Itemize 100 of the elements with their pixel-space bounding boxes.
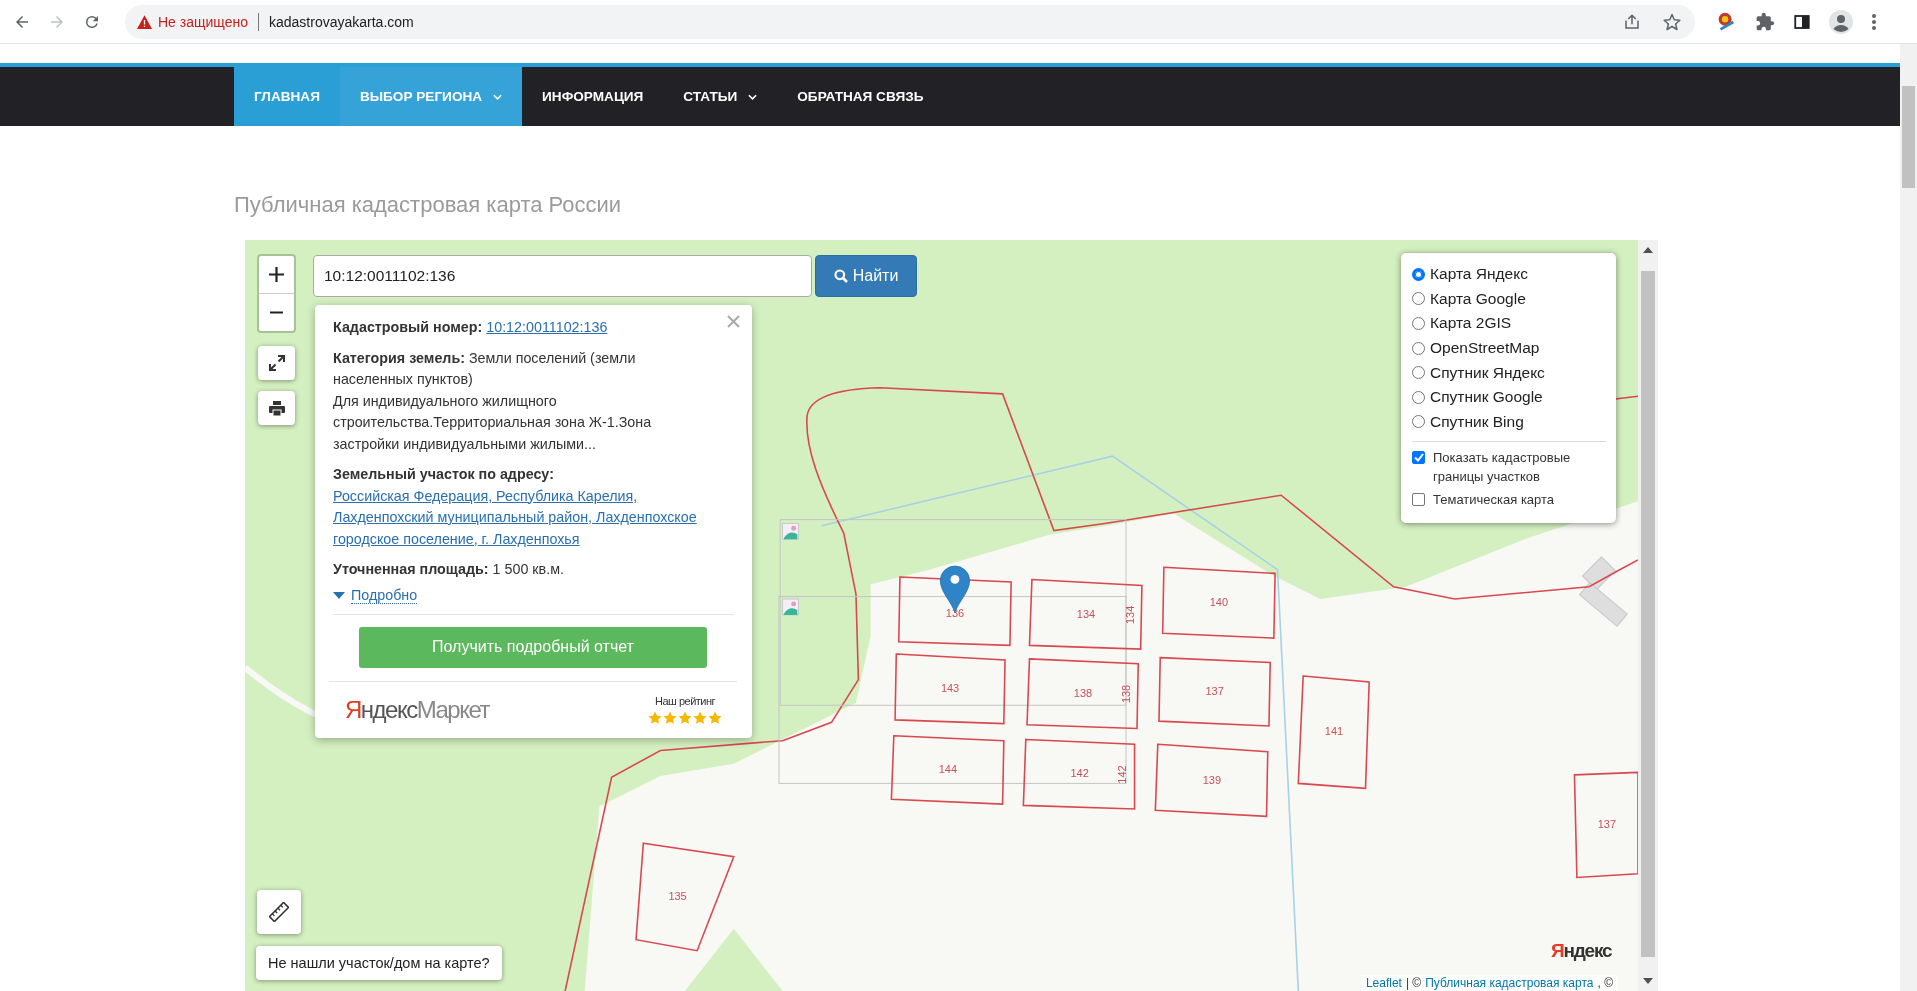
printer-icon xyxy=(268,400,285,416)
parcel-number: 141 xyxy=(1324,725,1344,738)
search-field[interactable]: 10:12:0011102:136 xyxy=(313,255,812,297)
parcel-number: 136 xyxy=(945,606,965,619)
field-label: Земельный участок по адресу: xyxy=(333,466,554,482)
map-layer-option[interactable]: OpenStreetMap xyxy=(1412,335,1606,361)
checkbox-label: Показать кадастровые границы участков xyxy=(1433,449,1572,487)
profile-icon[interactable] xyxy=(1829,9,1853,34)
parcel-number: 140 xyxy=(1209,595,1229,608)
ruler-button[interactable] xyxy=(257,890,301,934)
layer-label: Спутник Яндекс xyxy=(1430,363,1545,382)
land-parcel[interactable]: 141 xyxy=(1297,675,1370,790)
land-parcel[interactable]: 143 xyxy=(894,653,1006,725)
map-view[interactable] xyxy=(245,240,1638,991)
scroll-down-icon[interactable] xyxy=(1643,978,1653,984)
warning-icon xyxy=(137,14,152,29)
plus-icon xyxy=(269,267,284,282)
share-icon[interactable] xyxy=(1623,12,1641,31)
sidebar-icon[interactable] xyxy=(1793,12,1811,31)
field-note: Для индивидуального жилищного строительства.Территориальная зона Ж-1.Зона застройки индивидуальными жилыми... xyxy=(333,391,653,454)
layer-label: Карта Google xyxy=(1430,289,1526,308)
parcel-number: 139 xyxy=(1202,773,1221,786)
parcel-side-number: 138 xyxy=(1120,684,1133,704)
broken-image-icon xyxy=(782,522,799,540)
nav-item[interactable]: ОБРАТНАЯ СВЯЗЬ xyxy=(777,67,944,126)
land-parcel[interactable]: 144 xyxy=(890,734,1005,805)
map-layer-option[interactable]: Спутник Яндекс xyxy=(1412,360,1606,385)
map-layer-option[interactable]: Спутник Bing xyxy=(1412,409,1606,435)
nav-item[interactable]: ИНФОРМАЦИЯ xyxy=(522,67,664,126)
close-icon[interactable] xyxy=(727,315,740,328)
layer-label: Карта Яндекс xyxy=(1430,265,1528,284)
star-icon xyxy=(708,710,722,725)
page-title: Публичная кадастровая карта России xyxy=(234,192,622,218)
map-layer-option[interactable]: Карта Google xyxy=(1412,286,1606,312)
land-parcel[interactable]: 136 xyxy=(897,576,1012,647)
parcel-number: 135 xyxy=(668,890,687,903)
parcel-number: 142 xyxy=(1070,767,1089,780)
nav-item[interactable]: СТАТЬИ xyxy=(663,67,778,126)
layer-label: Спутник Google xyxy=(1430,388,1543,407)
nav-item[interactable]: ВЫБОР РЕГИОНА xyxy=(339,67,523,126)
menu-icon[interactable] xyxy=(1871,12,1877,31)
attribution-text: , © xyxy=(1597,976,1613,990)
layer-label: Карта 2GIS xyxy=(1430,314,1512,333)
expand-arrows-icon xyxy=(268,355,285,371)
star-icon[interactable] xyxy=(1663,12,1681,31)
map-layer-option[interactable]: Карта 2GIS xyxy=(1412,311,1606,336)
attribution-text: | © xyxy=(1405,976,1422,990)
radio-button[interactable] xyxy=(1412,267,1425,281)
scroll-up-icon[interactable] xyxy=(1643,247,1653,253)
building-drawing xyxy=(1578,556,1629,627)
details-link[interactable]: Подробно xyxy=(351,587,418,604)
star-icon xyxy=(648,710,662,725)
map-layer-option[interactable]: Карта Яндекс xyxy=(1412,262,1606,287)
land-parcel[interactable]: 137 xyxy=(1573,771,1638,879)
land-parcel[interactable]: 142 142 xyxy=(1022,738,1136,810)
fullscreen-button[interactable] xyxy=(258,346,295,380)
security-label: Не защищено xyxy=(158,13,248,30)
parcel-number: 137 xyxy=(1597,817,1616,830)
attribution-link[interactable]: Публичная кадастровая карта xyxy=(1425,976,1594,990)
field-text: Категория земель: Земли поселений (земли населенных пунктов) xyxy=(333,348,637,389)
land-parcel[interactable]: 140 xyxy=(1161,566,1276,639)
land-parcel[interactable]: 138 138 xyxy=(1026,658,1140,730)
rating-caption: Наш рейтинг xyxy=(654,694,716,708)
caret-down-icon xyxy=(333,592,345,599)
star-icon xyxy=(693,710,707,725)
checkbox[interactable] xyxy=(1412,493,1425,507)
url-text: kadastrovayakarta.com xyxy=(269,13,414,30)
broken-image-icon xyxy=(782,598,799,616)
map-logo: Яндекс xyxy=(1551,940,1612,962)
attribution-link[interactable]: Leaflet xyxy=(1365,976,1402,990)
layer-label: Спутник Bing xyxy=(1430,412,1524,431)
field-link[interactable]: 10:12:0011102:136 xyxy=(486,319,608,335)
field-label: Кадастровый номер: xyxy=(333,319,483,335)
market-logo[interactable]: ЯндексМаркет xyxy=(345,698,489,721)
land-parcel[interactable]: 137 xyxy=(1158,656,1271,727)
address-bar[interactable]: Не защищено kadastrovayakarta.com xyxy=(125,4,1695,39)
checkbox-label: Тематическая карта xyxy=(1433,491,1555,510)
parcel-number: 143 xyxy=(940,682,960,695)
puzzle-icon[interactable] xyxy=(1755,11,1775,32)
land-parcel[interactable]: 135 xyxy=(635,842,735,952)
minus-icon xyxy=(270,311,283,314)
field-link[interactable]: Российская Федерация, Республика Карелия, Лахденпохский муниципальный район, Лахденпохское городское поселение, г. Лахденпохья xyxy=(333,485,701,550)
not-found-button[interactable]: Не нашли участок/дом на карте? xyxy=(256,946,502,980)
layer-label: OpenStreetMap xyxy=(1430,339,1540,358)
search-icon xyxy=(833,269,848,283)
ruler-icon xyxy=(269,902,289,922)
checkbox[interactable] xyxy=(1412,451,1425,465)
land-parcel[interactable]: 139 xyxy=(1154,743,1269,818)
map-scrollbar[interactable] xyxy=(1638,240,1658,991)
page-scrollbar[interactable] xyxy=(1900,44,1917,991)
parcel-side-number: 134 xyxy=(1123,605,1136,625)
field-text: Уточненная площадь: 1 500 кв.м. xyxy=(333,560,565,579)
star-icon xyxy=(678,710,692,725)
land-parcel[interactable]: 134 134 xyxy=(1028,578,1143,650)
map-layer-option[interactable]: Спутник Google xyxy=(1412,384,1606,410)
print-button[interactable] xyxy=(258,391,295,425)
parcel-number: 134 xyxy=(1076,607,1096,620)
nav-item[interactable]: ГЛАВНАЯ xyxy=(234,67,340,126)
search-button[interactable]: Найти xyxy=(815,255,917,297)
parcel-number: 137 xyxy=(1205,684,1224,697)
